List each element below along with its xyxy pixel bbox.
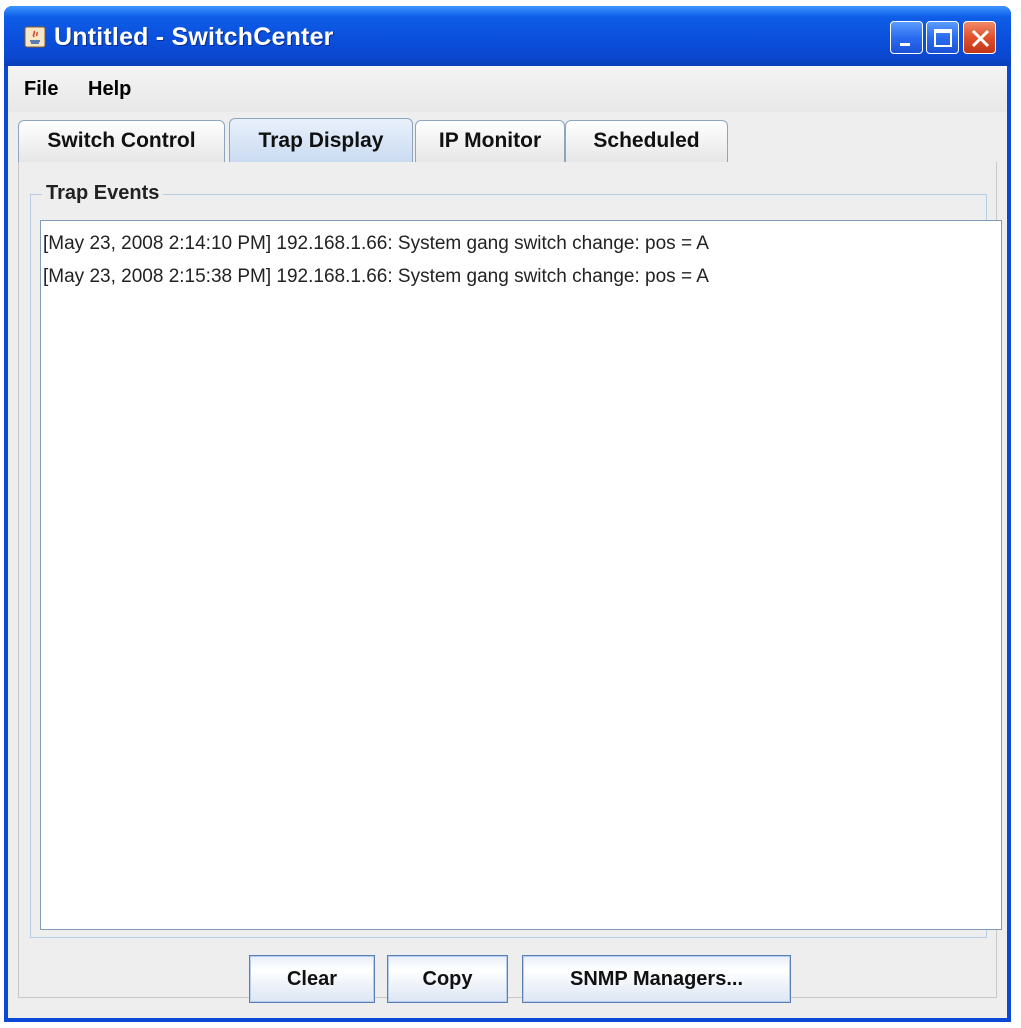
trap-events-label: Trap Events	[42, 182, 164, 205]
window-client-area: File Help Switch Control IP Monitor Sche…	[8, 66, 1007, 1018]
tab-trap-display[interactable]: Trap Display	[229, 118, 413, 164]
window-title: Untitled - SwitchCenter	[54, 23, 334, 51]
java-app-icon	[24, 26, 46, 48]
maximize-button[interactable]	[926, 21, 959, 54]
close-button[interactable]	[963, 21, 996, 54]
copy-button[interactable]: Copy	[387, 955, 508, 1003]
trap-events-text-area[interactable]: [May 23, 2008 2:14:10 PM] 192.168.1.66: …	[40, 220, 1002, 930]
title-bar[interactable]: Untitled - SwitchCenter	[4, 6, 1011, 66]
maximize-icon	[934, 29, 952, 47]
snmp-managers-button[interactable]: SNMP Managers...	[522, 955, 791, 1003]
menu-file[interactable]: File	[24, 78, 58, 101]
minimize-button[interactable]	[890, 21, 923, 54]
menu-bar: File Help	[8, 66, 1007, 112]
trap-event-line: [May 23, 2008 2:14:10 PM] 192.168.1.66: …	[43, 233, 709, 254]
app-window: Untitled - SwitchCenter File Help Switch…	[4, 6, 1011, 1022]
trap-event-line: [May 23, 2008 2:15:38 PM] 192.168.1.66: …	[43, 266, 709, 287]
tab-switch-control[interactable]: Switch Control	[18, 120, 225, 162]
tab-scheduled[interactable]: Scheduled	[565, 120, 728, 162]
clear-button[interactable]: Clear	[249, 955, 375, 1003]
menu-help[interactable]: Help	[88, 78, 131, 101]
minimize-icon	[900, 43, 910, 46]
tab-ip-monitor[interactable]: IP Monitor	[415, 120, 565, 162]
close-icon	[971, 29, 990, 48]
